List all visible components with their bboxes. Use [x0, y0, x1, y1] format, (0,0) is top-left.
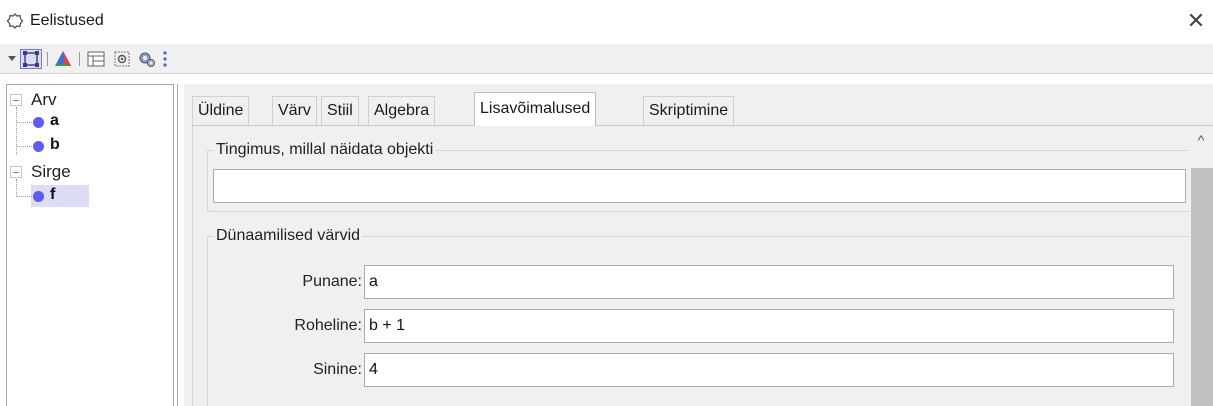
- spreadsheet-layout-icon[interactable]: [86, 49, 106, 69]
- defaults-icon[interactable]: [112, 49, 132, 69]
- dynamic-colors-group: Dünaamilised värvid Punane: Roheline: Si…: [207, 227, 1192, 406]
- tree-item-f[interactable]: f: [16, 185, 96, 207]
- tree-group-arv[interactable]: Arv: [7, 89, 167, 113]
- toolbar-separator: [79, 52, 80, 66]
- tree-group-sirge[interactable]: Sirge: [7, 161, 167, 185]
- scroll-up-button[interactable]: ^: [1189, 132, 1213, 152]
- chevron-up-icon: ^: [1197, 132, 1205, 148]
- graphics-3d-icon[interactable]: [53, 49, 73, 69]
- point-style-icon: [33, 191, 44, 202]
- properties-panel: Üldine Värv Stiil Algebra Lisavõimalused…: [184, 84, 1213, 406]
- collapse-toggle-icon[interactable]: [10, 166, 22, 178]
- close-icon: ✕: [1186, 8, 1206, 33]
- tree-item-b[interactable]: b: [16, 135, 96, 157]
- point-style-icon: [33, 141, 44, 152]
- condition-input[interactable]: [213, 169, 1186, 203]
- red-input[interactable]: [364, 265, 1174, 299]
- condition-group: Tingimus, millal näidata objekti: [207, 141, 1192, 212]
- tree-item-label: b: [50, 136, 60, 153]
- condition-legend: Tingimus, millal näidata objekti: [214, 141, 436, 159]
- tree-item-label: f: [50, 186, 56, 203]
- tab-content-lisavoimalused: Tingimus, millal näidata objekti Dünaami…: [192, 126, 1213, 406]
- tab-varv[interactable]: Värv: [272, 96, 317, 126]
- tab-skriptimine[interactable]: Skriptimine: [643, 96, 735, 126]
- panel-splitter[interactable]: [177, 84, 180, 406]
- graphics-view-icon[interactable]: [20, 49, 42, 69]
- tab-algebra[interactable]: Algebra: [368, 96, 436, 126]
- toolbar-separator: [47, 52, 48, 66]
- red-label: Punane:: [302, 273, 362, 290]
- tree-connector: [16, 146, 32, 147]
- menu-triangle-icon[interactable]: [6, 49, 18, 69]
- close-button[interactable]: ✕: [1183, 8, 1209, 34]
- scroll-thumb[interactable]: [1191, 168, 1213, 406]
- tree-item-label: a: [50, 112, 59, 129]
- title-bar: Eelistused ✕: [0, 0, 1213, 44]
- toolbar: [0, 44, 1213, 74]
- tree-connector: [16, 196, 32, 197]
- tab-stiil[interactable]: Stiil: [321, 96, 359, 126]
- point-style-icon: [33, 117, 44, 128]
- advanced-settings-icon[interactable]: [137, 49, 157, 69]
- collapse-toggle-icon[interactable]: [10, 94, 22, 106]
- blue-label: Sinine:: [313, 361, 362, 378]
- more-icon[interactable]: [160, 49, 170, 69]
- green-input[interactable]: [364, 309, 1174, 343]
- preferences-gear-icon: [6, 13, 24, 29]
- tree-group-label: Sirge: [31, 162, 71, 181]
- window-title: Eelistused: [30, 12, 104, 29]
- vertical-scrollbar[interactable]: ^: [1189, 126, 1213, 406]
- tab-lisavoimalused[interactable]: Lisavõimalused: [474, 92, 597, 126]
- blue-input[interactable]: [364, 353, 1174, 387]
- tree-group-label: Arv: [31, 90, 57, 109]
- tree-connector: [16, 122, 32, 123]
- dynamic-colors-legend: Dünaamilised värvid: [214, 227, 363, 245]
- tab-uldine[interactable]: Üldine: [192, 96, 250, 126]
- tree-item-a[interactable]: a: [16, 111, 96, 133]
- green-label: Roheline:: [294, 317, 362, 334]
- object-tree: Arv a b Sirge f: [6, 84, 174, 406]
